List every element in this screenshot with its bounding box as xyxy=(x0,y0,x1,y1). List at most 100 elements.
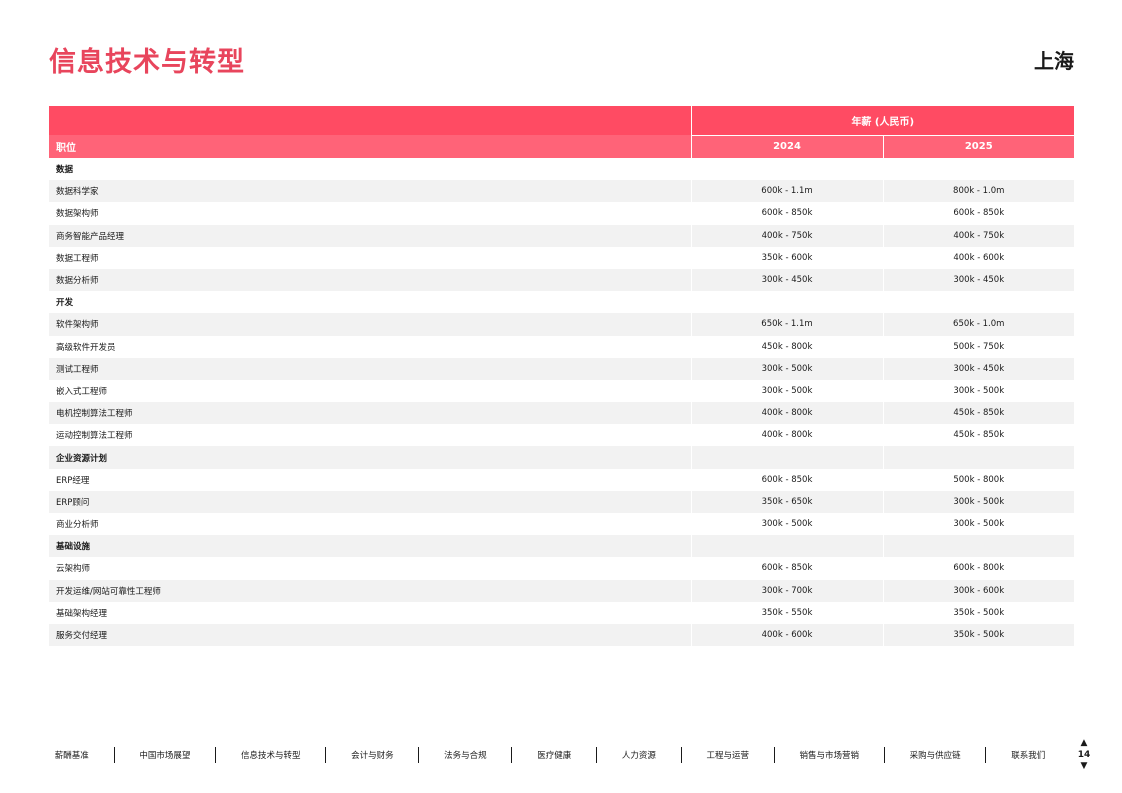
salary-2025: 600k - 850k xyxy=(882,202,1074,225)
salary-2025: 300k - 500k xyxy=(882,490,1074,513)
table-body: 数据数据科学家 600k - 1.1m 800k - 1.0m 数据架构师 600k -… xyxy=(49,158,1074,647)
salary-2024: 300k - 700k xyxy=(690,579,883,602)
footer-nav-item[interactable]: 医疗健康 xyxy=(512,749,596,761)
role-name: 软件架构师 xyxy=(49,313,691,336)
table-row: 电机控制算法工程师 400k - 800k 450k - 850k xyxy=(49,402,1074,425)
category-label: 基础设施 xyxy=(49,535,691,558)
category-row: 开发 xyxy=(49,291,1074,314)
table-row: 基础架构经理 350k - 550k 350k - 500k xyxy=(49,601,1074,624)
salary-2024: 400k - 800k xyxy=(690,424,883,447)
city-label: 上海 xyxy=(1034,49,1074,73)
salary-2024 xyxy=(690,535,883,558)
salary-2024: 600k - 1.1m xyxy=(690,180,883,203)
salary-2025: 500k - 800k xyxy=(882,468,1074,491)
salary-2025: 300k - 500k xyxy=(882,379,1074,403)
role-name: 高级软件开发员 xyxy=(56,342,116,353)
salary-2024 xyxy=(690,446,883,469)
table-row: 商务智能产品经理 400k - 750k 400k - 750k xyxy=(49,224,1074,247)
salary-2024 xyxy=(690,291,883,314)
footer-nav-item[interactable]: 薪酬基准 xyxy=(30,749,114,761)
role-name: 开发运维/网站可靠性工程师 xyxy=(49,579,691,602)
footer-nav-item[interactable]: 工程与运营 xyxy=(682,749,774,761)
salary-2025: 300k - 600k xyxy=(882,579,1074,602)
footer-nav-item[interactable]: 法务与合规 xyxy=(419,749,511,761)
footer-nav-item[interactable]: 销售与市场营销 xyxy=(775,749,884,761)
table-row: 数据科学家 600k - 1.1m 800k - 1.0m xyxy=(49,180,1074,203)
role-name: ERP顾问 xyxy=(49,490,691,513)
table-row: 数据工程师 350k - 600k 400k - 600k xyxy=(49,246,1074,269)
salary-2024 xyxy=(690,158,883,181)
salary-2025: 450k - 850k xyxy=(882,402,1074,425)
category-label: 开发 xyxy=(56,298,74,309)
role-name: 云架构师 xyxy=(56,564,91,575)
table-row: 高级软件开发员 450k - 800k 500k - 750k xyxy=(49,335,1074,358)
category-row: 数据 xyxy=(49,158,1074,181)
salary-2024: 600k - 850k xyxy=(690,202,883,225)
table-row: 数据分析师 300k - 450k 300k - 450k xyxy=(49,268,1074,292)
role-name: ERP经理 xyxy=(56,475,90,486)
role-name: 数据科学家 xyxy=(49,180,691,203)
salary-2025: 350k - 500k xyxy=(882,601,1074,624)
salary-2025: 300k - 500k xyxy=(882,513,1074,536)
role-name: 数据架构师 xyxy=(56,209,99,220)
footer-nav-item[interactable]: 信息技术与转型 xyxy=(216,749,325,761)
salary-2025: 400k - 600k xyxy=(882,246,1074,269)
category-row: 基础设施 xyxy=(49,535,1074,558)
pager: ▲ 14 ▼ xyxy=(1076,738,1092,772)
salary-2024: 300k - 500k xyxy=(690,379,883,403)
footer-nav-item[interactable]: 会计与财务 xyxy=(326,749,418,761)
footer-nav-item[interactable]: 中国市场展望 xyxy=(115,749,216,761)
salary-group-header: 年薪 (人民币) xyxy=(690,106,1074,136)
category-label: 数据 xyxy=(56,165,74,176)
table-row: ERP顾问 350k - 650k 300k - 500k xyxy=(49,490,1074,513)
category-row: 企业资源计划 xyxy=(49,446,1074,469)
footer-nav-item[interactable]: 联系我们 xyxy=(986,749,1070,761)
salary-2025: 300k - 450k xyxy=(882,357,1074,380)
table-row: 运动控制算法工程师 400k - 800k 450k - 850k xyxy=(49,424,1074,447)
salary-2025: 400k - 750k xyxy=(882,224,1074,247)
page-number: 14 xyxy=(1077,750,1091,760)
table-row: 测试工程师 300k - 500k 300k - 450k xyxy=(49,357,1074,380)
salary-2024: 400k - 600k xyxy=(690,623,883,647)
salary-2025: 800k - 1.0m xyxy=(882,180,1074,203)
year-2024-header: 2024 xyxy=(690,135,883,158)
salary-2024: 650k - 1.1m xyxy=(690,313,883,336)
page-up-icon[interactable]: ▲ xyxy=(1076,738,1092,749)
salary-2025 xyxy=(882,446,1074,469)
role-name: 嵌入式工程师 xyxy=(56,386,108,397)
role-name: 数据分析师 xyxy=(49,268,691,292)
salary-2025: 300k - 450k xyxy=(882,268,1074,292)
page-title: 信息技术与转型 xyxy=(49,47,245,78)
salary-table: 年薪 (人民币) 职位 2024 2025 数据 数据科学家 600k - 1.1m… xyxy=(49,106,1074,647)
salary-2025: 650k - 1.0m xyxy=(882,313,1074,336)
footer-nav-item[interactable]: 人力资源 xyxy=(597,749,681,761)
role-name: 商务智能产品经理 xyxy=(49,224,691,247)
table-row: 嵌入式工程师 300k - 500k 300k - 500k xyxy=(49,379,1074,403)
salary-2025: 450k - 850k xyxy=(882,424,1074,447)
salary-2024: 600k - 850k xyxy=(690,557,883,580)
table-row: 数据架构师 600k - 850k 600k - 850k xyxy=(49,202,1074,225)
role-name: 运动控制算法工程师 xyxy=(56,431,133,442)
salary-2024: 300k - 500k xyxy=(690,357,883,380)
header-blank xyxy=(49,106,691,135)
position-header: 职位 xyxy=(49,135,691,158)
table-row: 云架构师 600k - 850k 600k - 800k xyxy=(49,557,1074,580)
salary-2025 xyxy=(882,291,1074,314)
salary-2024: 450k - 800k xyxy=(690,335,883,358)
table-row: 服务交付经理 400k - 600k 350k - 500k xyxy=(49,623,1074,647)
table-row: 软件架构师 650k - 1.1m 650k - 1.0m xyxy=(49,313,1074,336)
salary-2025: 600k - 800k xyxy=(882,557,1074,580)
role-name: 商业分析师 xyxy=(56,520,99,531)
role-name: 服务交付经理 xyxy=(49,623,691,647)
table-row: 商业分析师 300k - 500k 300k - 500k xyxy=(49,513,1074,536)
footer-nav-item[interactable]: 采购与供应链 xyxy=(885,749,986,761)
salary-2024: 600k - 850k xyxy=(690,468,883,491)
role-name: 测试工程师 xyxy=(49,357,691,380)
salary-2024: 350k - 650k xyxy=(690,490,883,513)
salary-2024: 300k - 500k xyxy=(690,513,883,536)
salary-2024: 300k - 450k xyxy=(690,268,883,292)
category-label: 企业资源计划 xyxy=(49,446,691,469)
salary-2024: 350k - 600k xyxy=(690,246,883,269)
footer-nav: 薪酬基准 中国市场展望 信息技术与转型 会计与财务 法务与合规 医疗健康 人力资源 工程与运营… xyxy=(30,746,1070,764)
page-down-icon[interactable]: ▼ xyxy=(1076,761,1092,772)
